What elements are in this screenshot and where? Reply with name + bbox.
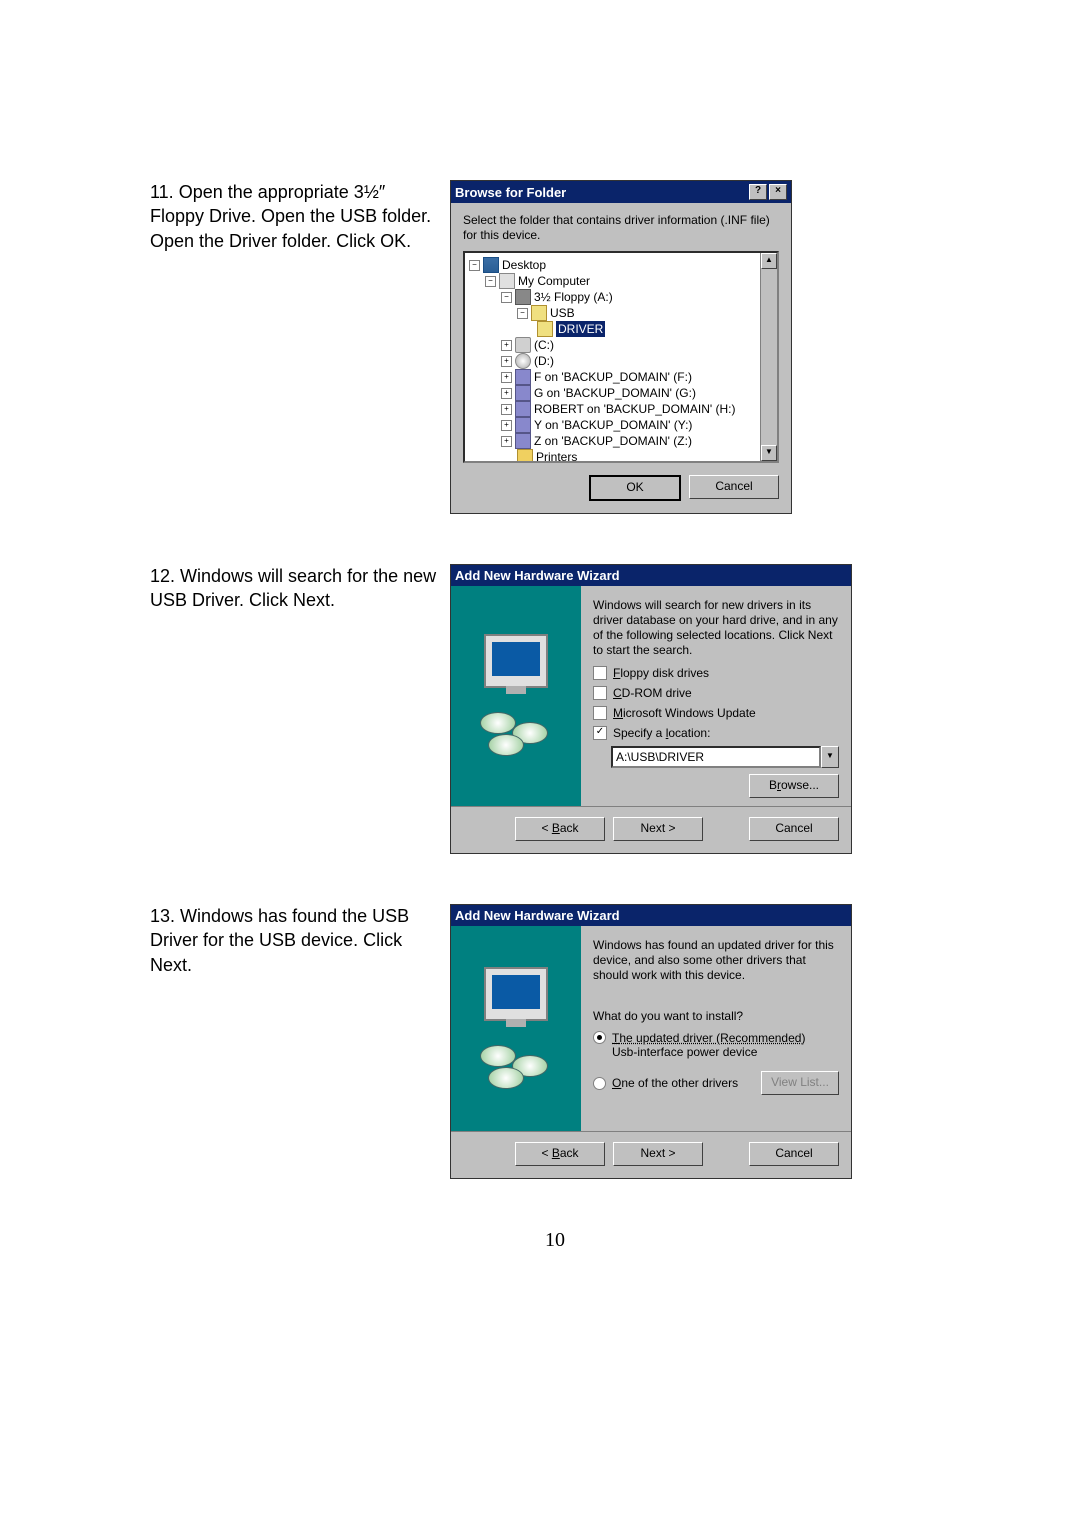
back-button[interactable]: < Back <box>515 1142 605 1166</box>
tree-z[interactable]: Z on 'BACKUP_DOMAIN' (Z:) <box>534 433 692 450</box>
cancel-button[interactable]: Cancel <box>749 1142 839 1166</box>
chk-msupdate[interactable] <box>593 706 607 720</box>
lbl-opt1: The updated driver (Recommended) <box>612 1031 805 1045</box>
tree-driver-selected[interactable]: DRIVER <box>556 321 605 338</box>
wiz2-titlebar[interactable]: Add New Hardware Wizard <box>451 905 851 926</box>
lbl-opt1-sub: Usb-interface power device <box>612 1045 757 1059</box>
monitor-icon <box>484 967 548 1021</box>
tree-y[interactable]: Y on 'BACKUP_DOMAIN' (Y:) <box>534 417 692 434</box>
next-button[interactable]: Next > <box>613 1142 703 1166</box>
wizard-side-graphic <box>451 926 581 1131</box>
scrollbar[interactable]: ▲ ▼ <box>760 253 777 461</box>
tree-desktop[interactable]: Desktop <box>502 257 546 274</box>
wiz1-title: Add New Hardware Wizard <box>455 568 620 583</box>
folder-icon <box>537 321 553 337</box>
tree-floppy[interactable]: 3½ Floppy (A:) <box>534 289 613 306</box>
step-13-row: 13. Windows has found the USB Driver for… <box>150 904 960 1179</box>
tree-usb[interactable]: USB <box>550 305 575 322</box>
floppy-icon <box>515 289 531 305</box>
chk-floppy[interactable] <box>593 666 607 680</box>
wiz1-desc: Windows will search for new drivers in i… <box>593 598 839 658</box>
tree-f[interactable]: F on 'BACKUP_DOMAIN' (F:) <box>534 369 692 386</box>
scroll-down[interactable]: ▼ <box>761 445 777 461</box>
folder-icon <box>531 305 547 321</box>
step-12-text: 12. Windows will search for the new USB … <box>150 564 450 613</box>
tree-printers[interactable]: Printers <box>536 449 577 463</box>
monitor-icon <box>484 634 548 688</box>
tree-mycomputer[interactable]: My Computer <box>518 273 590 290</box>
lbl-msupdate: Microsoft Windows Update <box>613 706 756 720</box>
view-list-button: View List... <box>761 1071 839 1095</box>
tree-h[interactable]: ROBERT on 'BACKUP_DOMAIN' (H:) <box>534 401 736 418</box>
netdrive-icon <box>515 417 531 433</box>
tree-d[interactable]: (D:) <box>534 353 554 370</box>
browse-prompt: Select the folder that contains driver i… <box>463 213 779 243</box>
tree-c[interactable]: (C:) <box>534 337 554 354</box>
netdrive-icon <box>515 385 531 401</box>
ok-button[interactable]: OK <box>589 475 681 501</box>
wiz1-titlebar[interactable]: Add New Hardware Wizard <box>451 565 851 586</box>
lbl-specify: Specify a location: <box>613 726 710 740</box>
path-input[interactable]: A:\USB\DRIVER <box>611 746 821 768</box>
step-11-row: 11. Open the appropriate 3½″ Floppy Driv… <box>150 180 960 514</box>
wiz2-question: What do you want to install? <box>593 1009 839 1023</box>
desktop-icon <box>483 257 499 273</box>
wiz2-desc: Windows has found an updated driver for … <box>593 938 839 983</box>
step-11-text: 11. Open the appropriate 3½″ Floppy Driv… <box>150 180 450 253</box>
radio-other[interactable] <box>593 1077 606 1090</box>
tree-g[interactable]: G on 'BACKUP_DOMAIN' (G:) <box>534 385 696 402</box>
netdrive-icon <box>515 369 531 385</box>
cds-icon <box>476 708 556 758</box>
step-12-row: 12. Windows will search for the new USB … <box>150 564 960 854</box>
folder-tree[interactable]: ▲ ▼ −Desktop −My Computer −3½ Floppy (A:… <box>463 251 779 463</box>
path-dropdown[interactable]: ▼ <box>821 746 839 768</box>
wizard-found-dialog: Add New Hardware Wizard Windows has foun… <box>450 904 852 1179</box>
browse-title: Browse for Folder <box>455 185 566 200</box>
wizard-side-graphic <box>451 586 581 806</box>
cds-icon <box>476 1041 556 1091</box>
cancel-button[interactable]: Cancel <box>749 817 839 841</box>
browse-button[interactable]: Browse... <box>749 774 839 798</box>
cd-icon <box>515 353 531 369</box>
lbl-cdrom: CCD-ROM driveD-ROM drive <box>613 686 692 700</box>
netdrive-icon <box>515 433 531 449</box>
help-button[interactable]: ? <box>749 184 767 200</box>
radio-updated[interactable] <box>593 1031 606 1044</box>
page-number: 10 <box>150 1229 960 1252</box>
next-button[interactable]: Next > <box>613 817 703 841</box>
browse-folder-dialog: Browse for Folder ? × Select the folder … <box>450 180 792 514</box>
back-button[interactable]: < Back <box>515 817 605 841</box>
chk-cdrom[interactable] <box>593 686 607 700</box>
chk-specify[interactable]: ✓ <box>593 726 607 740</box>
netdrive-icon <box>515 401 531 417</box>
cancel-button[interactable]: Cancel <box>689 475 779 499</box>
drive-icon <box>515 337 531 353</box>
lbl-opt2: One of the other drivers <box>612 1076 738 1090</box>
document-page: 11. Open the appropriate 3½″ Floppy Driv… <box>0 0 1080 1312</box>
wiz2-title: Add New Hardware Wizard <box>455 908 620 923</box>
printers-icon <box>517 449 533 463</box>
computer-icon <box>499 273 515 289</box>
close-button[interactable]: × <box>769 184 787 200</box>
wizard-search-dialog: Add New Hardware Wizard Windows will sea… <box>450 564 852 854</box>
browse-titlebar[interactable]: Browse for Folder ? × <box>451 181 791 203</box>
lbl-floppy: Floppy disk drives <box>613 666 709 680</box>
scroll-up[interactable]: ▲ <box>761 253 777 269</box>
step-13-text: 13. Windows has found the USB Driver for… <box>150 904 450 977</box>
